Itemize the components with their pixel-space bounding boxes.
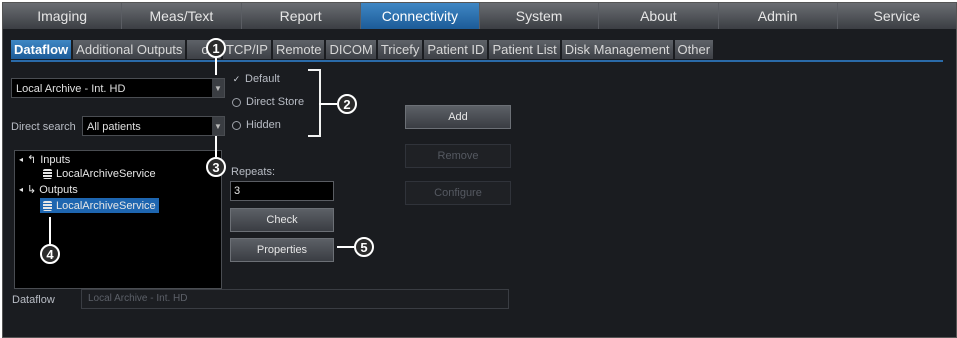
tab-system[interactable]: System [480,3,600,29]
subtab-additional-outputs[interactable]: Additional Outputs [73,40,186,59]
expand-icon[interactable]: ◂ [19,155,23,164]
tab-admin[interactable]: Admin [718,3,838,29]
callout-3-pointer [215,136,217,157]
checkmark-icon: ✓ [232,73,241,84]
tree-node-output-service[interactable]: LocalArchiveService [40,198,159,213]
callout-5: 5 [354,237,374,257]
properties-button[interactable]: Properties [230,238,334,262]
tree-node-inputs[interactable]: ◂ ↰ Inputs [19,153,71,167]
add-button[interactable]: Add [405,105,511,129]
radio-icon [232,97,241,107]
remove-button[interactable]: Remove [405,144,511,168]
tab-about[interactable]: About [599,3,719,29]
tree-node-input-service[interactable]: LocalArchiveService [43,168,156,180]
option-direct-store[interactable]: Direct Store [232,96,304,108]
subtab-patient-id[interactable]: Patient ID [424,40,488,59]
tree-node-outputs[interactable]: ◂ ↳ Outputs [19,183,78,197]
subtab-underline [11,60,943,62]
callout-5-pointer [337,246,354,248]
subtab-dataflow[interactable]: Dataflow [11,40,72,59]
tab-service[interactable]: Service [837,3,956,29]
callout-2: 2 [337,94,357,114]
option-default-label: Default [245,73,280,85]
option-direct-store-label: Direct Store [246,96,305,108]
callout-1-pointer [215,58,217,75]
repeats-label: Repeats: [231,166,276,178]
callout-3: 3 [206,157,226,177]
option-default[interactable]: ✓ Default [232,73,280,85]
tree-node-input-service-label: LocalArchiveService [56,168,156,180]
callout-1: 1 [206,38,226,58]
tab-meas-text[interactable]: Meas/Text [122,3,242,29]
tree-node-output-service-label: LocalArchiveService [56,199,156,212]
main-tab-bar: Imaging Meas/Text Report Connectivity Sy… [3,3,956,30]
tab-report[interactable]: Report [241,3,361,29]
tree-node-inputs-label: Inputs [40,153,71,166]
database-icon [43,200,52,211]
tab-connectivity[interactable]: Connectivity [360,3,480,29]
output-arrow-icon: ↳ [27,184,37,196]
check-button[interactable]: Check [230,208,334,232]
tab-imaging[interactable]: Imaging [3,3,123,29]
subtab-tcp-ip[interactable]: TCP/IP [223,40,271,59]
subtab-tricefy[interactable]: Tricefy [377,40,423,59]
subtab-dicom[interactable]: DICOM [326,40,376,59]
direct-search-value: All patients [87,121,141,133]
option-hidden-label: Hidden [246,119,281,131]
callout-2-pointer [319,103,337,105]
option-hidden[interactable]: Hidden [232,119,281,131]
subtab-patient-list[interactable]: Patient List [489,40,560,59]
database-icon [43,169,52,179]
radio-icon [232,120,241,130]
input-arrow-icon: ↰ [27,154,37,166]
direct-search-select[interactable]: All patients ▼ [82,116,225,136]
repeats-input[interactable]: 3 [230,181,334,201]
dataflow-name-field[interactable]: Local Archive - Int. HD [81,289,509,309]
dataflow-name-label: Dataflow [12,294,55,306]
configure-button[interactable]: Configure [405,181,511,205]
chevron-down-icon[interactable]: ▼ [212,79,224,97]
dataflow-select-value: Local Archive - Int. HD [16,83,126,95]
screen: Imaging Meas/Text Report Connectivity Sy… [2,2,957,338]
tree-node-outputs-label: Outputs [39,183,78,196]
subtab-remote[interactable]: Remote [272,40,325,59]
chevron-down-icon[interactable]: ▼ [212,117,224,135]
sub-tab-bar: Dataflow Additional Outputs ols TCP/IP R… [11,40,715,59]
callout-4-pointer [49,217,51,244]
direct-search-label: Direct search [11,121,76,133]
callout-4: 4 [40,244,60,264]
subtab-other[interactable]: Other [674,40,714,59]
subtab-disk-management[interactable]: Disk Management [561,40,673,59]
dataflow-tree[interactable]: ◂ ↰ Inputs LocalArchiveService ◂ ↳ Outpu… [14,150,222,289]
dataflow-select[interactable]: Local Archive - Int. HD ▼ [11,78,225,98]
expand-icon[interactable]: ◂ [19,185,23,194]
